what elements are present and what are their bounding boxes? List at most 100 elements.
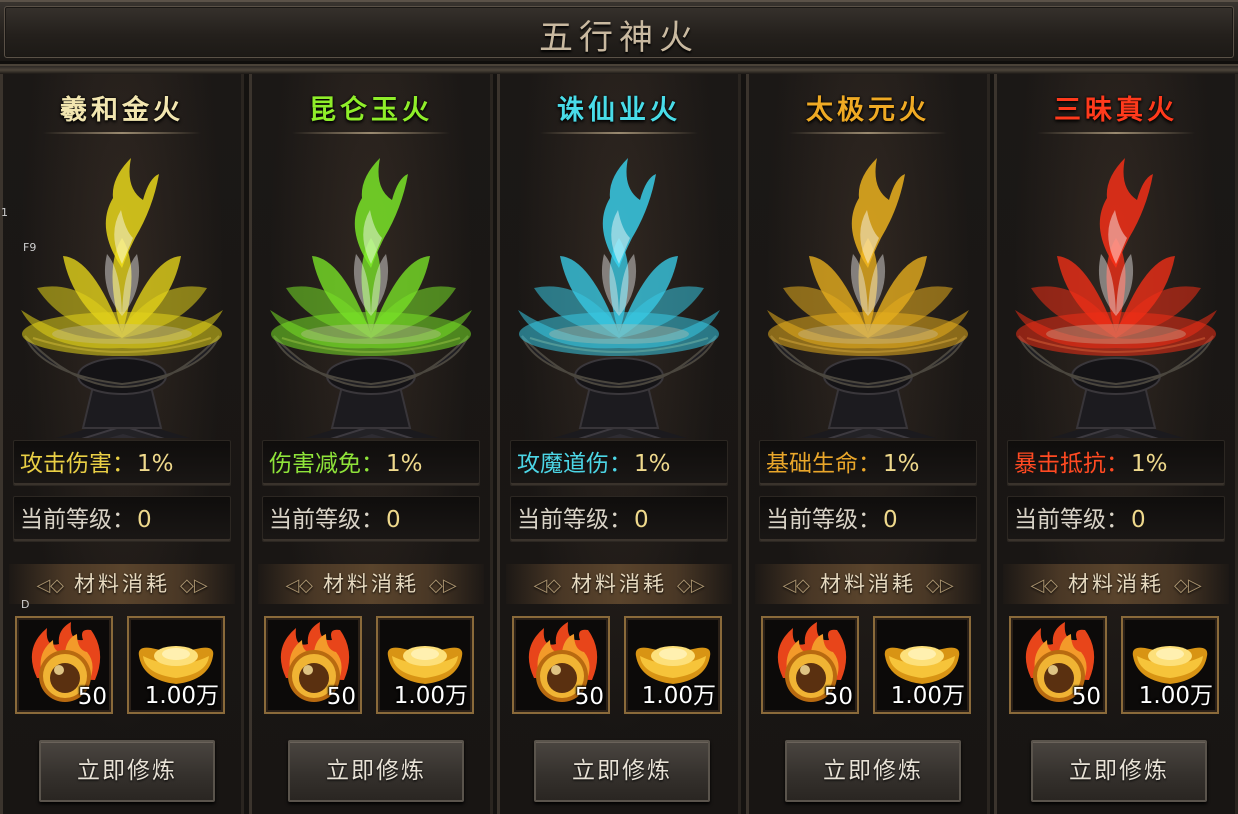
material-slot-gold-ingot[interactable]: 1.00万 xyxy=(873,616,971,714)
page-title: 五行神火 xyxy=(539,18,699,58)
fire-name: 昆仑玉火 xyxy=(309,95,433,126)
material-slot-gold-ingot[interactable]: 1.00万 xyxy=(376,616,474,714)
stat-label: 伤害减免： xyxy=(269,451,384,477)
lotus-flame-icon xyxy=(1015,158,1217,438)
stat-value: 1% xyxy=(137,451,174,477)
title-divider xyxy=(0,66,1238,74)
material-slot-fire-orb[interactable]: 50 xyxy=(264,616,362,714)
level-label: 当前等级： xyxy=(20,507,135,533)
stat-label: 暴击抵抗： xyxy=(1014,451,1129,477)
level-label: 当前等级： xyxy=(766,507,881,533)
material-slot-fire-orb[interactable]: 50 xyxy=(15,616,113,714)
material-header-label: 材料消耗 xyxy=(323,572,419,596)
level-value: 0 xyxy=(883,507,898,533)
material-qty: 50 xyxy=(823,684,853,710)
level-row: 当前等级：0 xyxy=(510,496,728,542)
material-slot-fire-orb[interactable]: 50 xyxy=(761,616,859,714)
stat-row: 攻魔道伤：1% xyxy=(510,440,728,486)
left-scroll-ornament-icon: ◁◇ xyxy=(1030,575,1058,596)
level-value: 0 xyxy=(634,507,649,533)
stat-value: 1% xyxy=(883,451,920,477)
fire-name: 三昧真火 xyxy=(1054,95,1178,126)
stat-label: 攻魔道伤： xyxy=(517,451,632,477)
title-bar: 五行神火 xyxy=(0,0,1238,66)
stat-row: 基础生命：1% xyxy=(759,440,977,486)
cultivate-button[interactable]: 立即修炼 xyxy=(534,740,710,802)
cultivate-button[interactable]: 立即修炼 xyxy=(1031,740,1207,802)
name-divider xyxy=(292,132,450,134)
lotus-flame-icon xyxy=(270,158,472,438)
fire-column-4: 太极元火 基础生命：1% 当前等级：0 ◁◇ 材料消耗 ◇▷ 50 1.00万 … xyxy=(746,74,990,814)
lotus-flame-icon xyxy=(767,158,969,438)
lotus-flame-icon xyxy=(21,158,223,438)
fire-column-5: 三昧真火 暴击抵抗：1% 当前等级：0 ◁◇ 材料消耗 ◇▷ 50 1.00万 … xyxy=(994,74,1238,814)
level-value: 0 xyxy=(137,507,152,533)
overlay-label-d: D xyxy=(21,598,30,611)
name-divider xyxy=(540,132,698,134)
material-qty: 1.00万 xyxy=(1138,683,1213,709)
level-row: 当前等级：0 xyxy=(262,496,480,542)
material-qty: 1.00万 xyxy=(890,683,965,709)
level-label: 当前等级： xyxy=(517,507,632,533)
name-divider xyxy=(1037,132,1195,134)
material-qty: 50 xyxy=(77,684,107,710)
level-value: 0 xyxy=(386,507,401,533)
right-scroll-ornament-icon: ◇▷ xyxy=(429,575,457,596)
material-slot-gold-ingot[interactable]: 1.00万 xyxy=(624,616,722,714)
material-slot-fire-orb[interactable]: 50 xyxy=(512,616,610,714)
cultivate-button[interactable]: 立即修炼 xyxy=(39,740,215,802)
level-row: 当前等级：0 xyxy=(759,496,977,542)
overlay-label-1: 1 xyxy=(1,206,8,219)
material-slot-gold-ingot[interactable]: 1.00万 xyxy=(127,616,225,714)
fire-column-3: 诛仙业火 攻魔道伤：1% 当前等级：0 ◁◇ 材料消耗 ◇▷ 50 1.00万 … xyxy=(497,74,741,814)
material-header: ◁◇ 材料消耗 ◇▷ xyxy=(9,564,235,604)
stat-row: 暴击抵抗：1% xyxy=(1007,440,1225,486)
stat-value: 1% xyxy=(634,451,671,477)
material-header-label: 材料消耗 xyxy=(571,572,667,596)
material-qty: 50 xyxy=(326,684,356,710)
name-divider xyxy=(789,132,947,134)
fire-column-1: 羲和金火 攻击伤害：1% 当前等级：0 ◁◇ 材料消耗 ◇▷ 50 1.00万 … xyxy=(0,74,244,814)
level-row: 当前等级：0 xyxy=(1007,496,1225,542)
material-header: ◁◇ 材料消耗 ◇▷ xyxy=(258,564,484,604)
left-scroll-ornament-icon: ◁◇ xyxy=(36,575,64,596)
fire-columns: 羲和金火 攻击伤害：1% 当前等级：0 ◁◇ 材料消耗 ◇▷ 50 1.00万 … xyxy=(0,74,1238,814)
level-label: 当前等级： xyxy=(269,507,384,533)
material-qty: 1.00万 xyxy=(641,683,716,709)
cultivate-button[interactable]: 立即修炼 xyxy=(288,740,464,802)
fire-name: 羲和金火 xyxy=(60,95,184,126)
stat-row: 伤害减免：1% xyxy=(262,440,480,486)
stat-label: 基础生命： xyxy=(766,451,881,477)
material-header: ◁◇ 材料消耗 ◇▷ xyxy=(1003,564,1229,604)
stat-label: 攻击伤害： xyxy=(20,451,135,477)
fire-column-2: 昆仑玉火 伤害减免：1% 当前等级：0 ◁◇ 材料消耗 ◇▷ 50 1.00万 … xyxy=(249,74,493,814)
material-header-label: 材料消耗 xyxy=(820,572,916,596)
material-qty: 50 xyxy=(574,684,604,710)
cultivate-button[interactable]: 立即修炼 xyxy=(785,740,961,802)
stat-row: 攻击伤害：1% xyxy=(13,440,231,486)
material-header-label: 材料消耗 xyxy=(1068,572,1164,596)
level-row: 当前等级：0 xyxy=(13,496,231,542)
fire-name: 太极元火 xyxy=(806,95,930,126)
right-scroll-ornament-icon: ◇▷ xyxy=(180,575,208,596)
overlay-label-f9: F9 xyxy=(23,241,37,254)
left-scroll-ornament-icon: ◁◇ xyxy=(533,575,561,596)
fire-name: 诛仙业火 xyxy=(557,95,681,126)
right-scroll-ornament-icon: ◇▷ xyxy=(1174,575,1202,596)
material-qty: 50 xyxy=(1071,684,1101,710)
level-value: 0 xyxy=(1131,507,1146,533)
left-scroll-ornament-icon: ◁◇ xyxy=(285,575,313,596)
material-header: ◁◇ 材料消耗 ◇▷ xyxy=(755,564,981,604)
material-slot-fire-orb[interactable]: 50 xyxy=(1009,616,1107,714)
material-header: ◁◇ 材料消耗 ◇▷ xyxy=(506,564,732,604)
left-scroll-ornament-icon: ◁◇ xyxy=(782,575,810,596)
stat-value: 1% xyxy=(1131,451,1168,477)
right-scroll-ornament-icon: ◇▷ xyxy=(926,575,954,596)
material-qty: 1.00万 xyxy=(144,683,219,709)
name-divider xyxy=(43,132,201,134)
right-scroll-ornament-icon: ◇▷ xyxy=(677,575,705,596)
material-slot-gold-ingot[interactable]: 1.00万 xyxy=(1121,616,1219,714)
stat-value: 1% xyxy=(386,451,423,477)
level-label: 当前等级： xyxy=(1014,507,1129,533)
material-header-label: 材料消耗 xyxy=(74,572,170,596)
